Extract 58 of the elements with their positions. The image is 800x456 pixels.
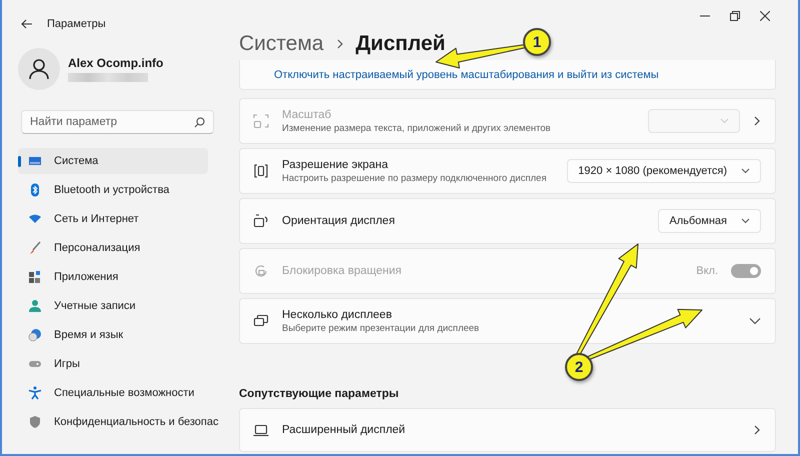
sidebar-item[interactable]: Игры xyxy=(18,351,208,377)
multiple-displays-icon xyxy=(253,313,269,329)
maximize-icon[interactable] xyxy=(730,11,740,21)
breadcrumb-parent[interactable]: Система xyxy=(239,32,324,56)
sidebar-item[interactable]: Приложения xyxy=(18,264,208,290)
dropdown[interactable]: 1920 × 1080 (рекомендуется) xyxy=(567,159,761,183)
sidebar-item[interactable]: Bluetooth и устройства xyxy=(18,177,208,203)
chevron-right-icon[interactable] xyxy=(753,424,761,436)
sidebar-item[interactable]: Учетные записи xyxy=(18,293,208,319)
search-field[interactable]: Найти параметр xyxy=(21,110,214,134)
sidebar-item[interactable]: Сеть и Интернет xyxy=(18,206,208,232)
sidebar-item[interactable]: Время и язык xyxy=(18,322,208,348)
setting-description: Выберите режим презентации для дисплеев xyxy=(282,322,480,334)
setting-title: Блокировка вращения xyxy=(282,265,403,277)
toggle-state-label: Вкл. xyxy=(696,265,718,277)
avatar-icon xyxy=(18,48,60,90)
chevron-down-icon xyxy=(741,218,750,224)
search-icon[interactable] xyxy=(194,117,205,128)
chevron-down-icon xyxy=(720,118,729,124)
dropdown[interactable]: Альбомная xyxy=(658,209,761,233)
apps-icon xyxy=(28,270,42,284)
setting-row[interactable]: Несколько дисплеев Выберите режим презентации для дисплеев xyxy=(239,298,776,344)
orientation-icon xyxy=(253,213,269,229)
chevron-down-icon xyxy=(741,168,750,174)
callout-number-badge: 1 xyxy=(523,28,551,56)
setting-title: Масштаб xyxy=(282,108,332,120)
window-title: Параметры xyxy=(47,18,106,30)
user-name: Alex Ocomp.info xyxy=(68,56,164,70)
sidebar-item[interactable]: Персонализация xyxy=(18,235,208,261)
chevron-right-icon xyxy=(336,38,344,50)
rotation-lock-icon xyxy=(253,263,269,279)
scale-link[interactable]: Отключить настраиваемый уровень масштабирования и выйти из системы xyxy=(274,68,659,80)
accessibility-icon xyxy=(28,386,42,400)
page-title: Дисплей xyxy=(356,32,446,56)
person-icon xyxy=(28,299,42,313)
setting-row[interactable]: Расширенный дисплей xyxy=(239,408,776,452)
sidebar-item[interactable]: Специальные возможности xyxy=(18,380,208,406)
chevron-down-icon[interactable] xyxy=(749,317,761,325)
back-arrow-icon[interactable] xyxy=(21,19,33,29)
section-heading: Сопутствующие параметры xyxy=(239,388,400,400)
scale-icon xyxy=(253,113,269,129)
sidebar-item[interactable]: Система xyxy=(18,148,208,174)
close-icon[interactable] xyxy=(760,11,770,21)
setting-description: Изменение размера текста, приложений и других элементов xyxy=(282,122,552,134)
setting-description: Настроить разрешение по размеру подключенного дисплея xyxy=(282,172,548,184)
bluetooth-icon xyxy=(28,183,42,197)
callout-number-badge: 2 xyxy=(565,353,593,381)
setting-title: Несколько дисплеев xyxy=(282,308,393,320)
sidebar-item[interactable]: Конфиденциальность и безопас xyxy=(18,409,223,435)
brush-icon xyxy=(28,241,42,255)
resolution-icon xyxy=(253,163,269,179)
wifi-icon xyxy=(28,212,42,226)
setting-title: Разрешение экрана xyxy=(282,158,390,170)
laptop-icon xyxy=(253,422,269,438)
setting-title: Ориентация дисплея xyxy=(282,215,396,227)
shield-icon xyxy=(28,415,42,429)
setting-title: Расширенный дисплей xyxy=(282,424,406,436)
monitor-icon xyxy=(28,154,42,168)
